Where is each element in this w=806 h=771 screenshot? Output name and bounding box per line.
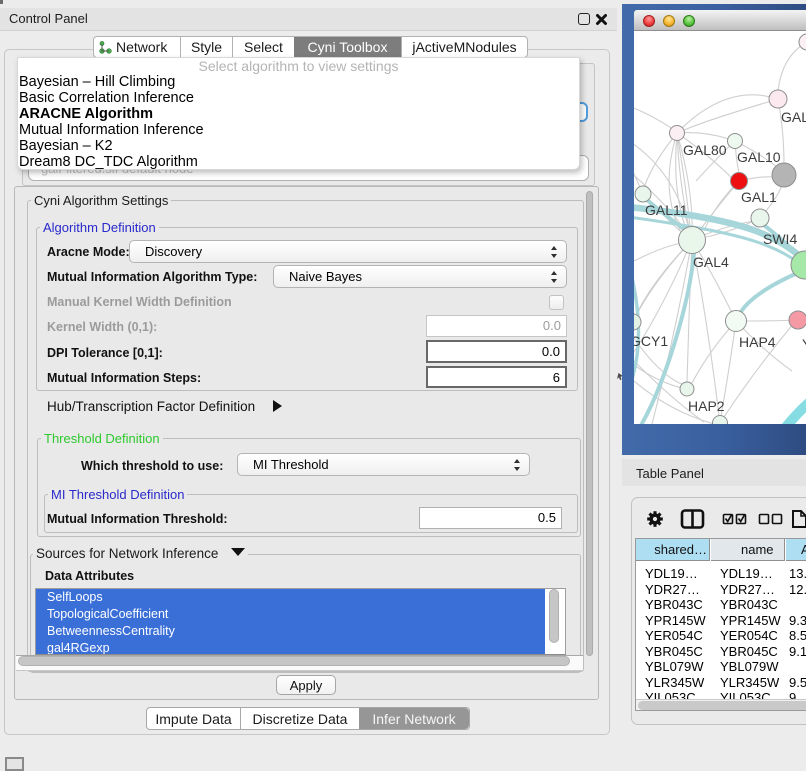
svg-text:GAL10: GAL10 (737, 149, 781, 165)
svg-text:Y: Y (802, 336, 806, 352)
svg-text:SWI4: SWI4 (763, 231, 797, 247)
svg-text:GAL1: GAL1 (741, 189, 777, 205)
svg-text:GCY1: GCY1 (634, 333, 668, 349)
svg-text:HAP4: HAP4 (739, 334, 776, 350)
svg-text:GAL2: GAL2 (781, 109, 806, 125)
svg-text:GAL80: GAL80 (683, 142, 727, 158)
svg-text:HAP2: HAP2 (688, 398, 725, 414)
svg-text:GAL11: GAL11 (645, 202, 688, 218)
svg-text:GAL4: GAL4 (693, 254, 729, 270)
